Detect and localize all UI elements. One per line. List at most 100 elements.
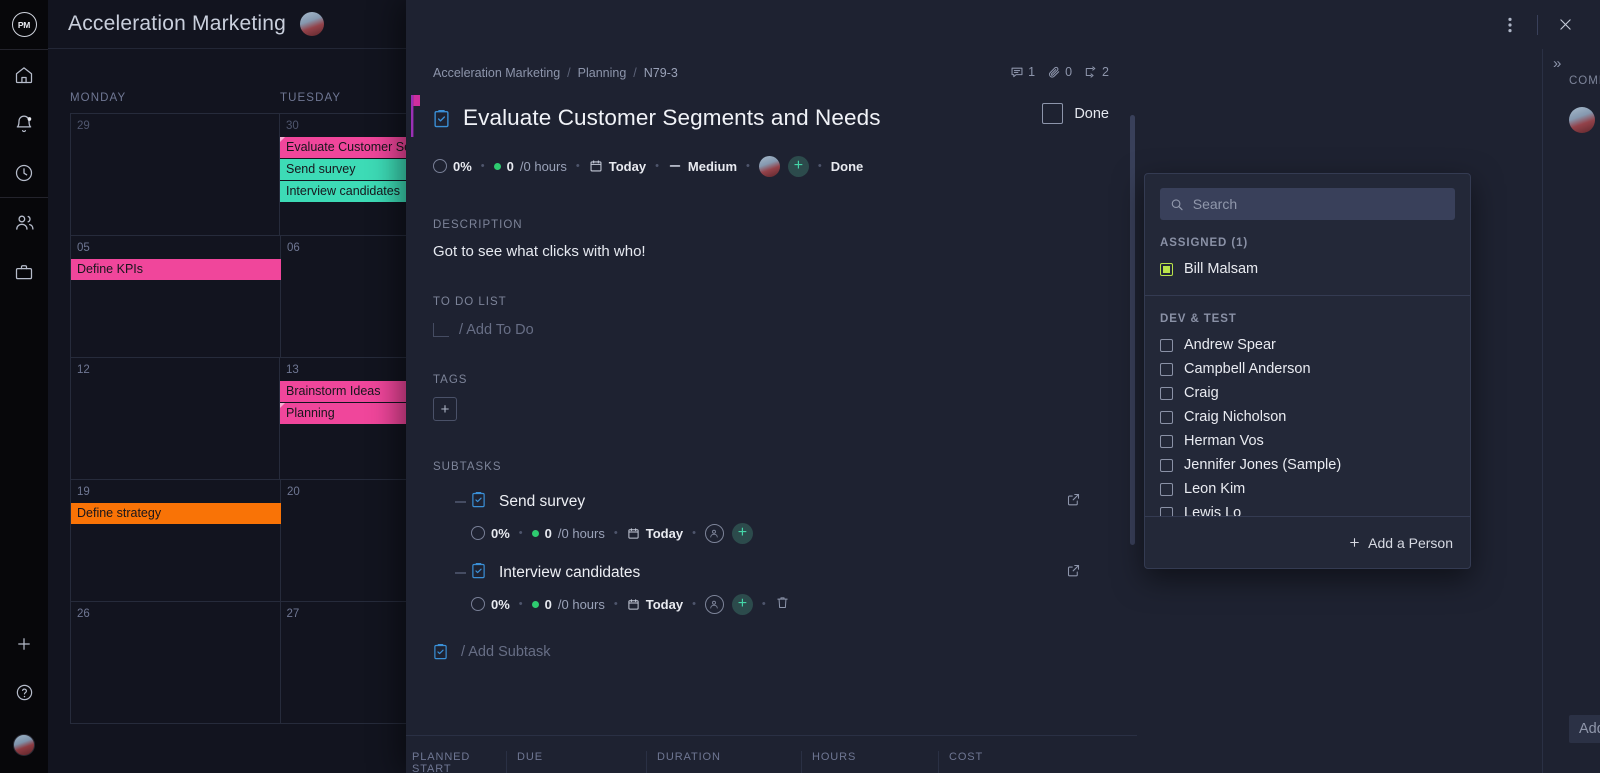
dependency-count[interactable]: 2 — [1084, 65, 1109, 79]
subtask-tree-tick — [455, 501, 466, 503]
subtask-type-icon — [471, 491, 486, 513]
status-meta[interactable]: Done — [831, 159, 864, 174]
subtask-hours[interactable]: 0/0 hours — [532, 597, 605, 612]
subtask-title[interactable]: Interview candidates — [499, 564, 640, 582]
date-value: Today — [609, 159, 646, 174]
assignee-row[interactable]: Leon Kim — [1145, 477, 1470, 501]
app-logo[interactable]: PM — [0, 0, 48, 49]
done-toggle[interactable]: Done — [1042, 103, 1109, 124]
subtask-date[interactable]: Today — [627, 526, 683, 541]
detail-scrollbar[interactable] — [1130, 115, 1135, 545]
assignee-row[interactable]: Bill Malsam — [1145, 257, 1470, 281]
add-comment-input[interactable] — [1579, 721, 1600, 737]
home-icon[interactable] — [0, 50, 48, 99]
footer-col-cost: COST — [938, 751, 1068, 773]
assignee-checkbox[interactable] — [1160, 483, 1173, 496]
calendar-day-number: 05 — [71, 242, 280, 254]
subtask-title[interactable]: Send survey — [499, 493, 585, 511]
assignee-checkbox[interactable] — [1160, 387, 1173, 400]
assignee-avatar[interactable] — [759, 156, 780, 177]
calendar-event[interactable]: Define KPIs — [71, 259, 281, 280]
breadcrumb-list[interactable]: Planning — [578, 66, 627, 80]
add-person-button[interactable]: Add a Person — [1348, 535, 1453, 551]
subtask-date-value: Today — [646, 597, 683, 612]
assignee-row[interactable]: Craig Nicholson — [1145, 405, 1470, 429]
assignee-row[interactable]: Andrew Spear — [1145, 333, 1470, 357]
subtask-assignee[interactable]: + — [705, 523, 753, 544]
assignee-checkbox[interactable] — [1160, 459, 1173, 472]
subtask-assignee[interactable]: + — [705, 594, 753, 615]
subtask-list: Send survey0%•0/0 hours•Today•+Interview… — [433, 491, 1109, 615]
help-icon[interactable] — [0, 668, 48, 717]
calendar-day-cell[interactable]: 05 Define KPIs — [71, 236, 281, 358]
add-comment-input-wrap[interactable] — [1569, 715, 1600, 743]
subtask-date[interactable]: Today — [627, 597, 683, 612]
delete-subtask-icon[interactable] — [775, 595, 790, 613]
avatar[interactable] — [0, 717, 48, 773]
breadcrumb-project[interactable]: Acceleration Marketing — [433, 66, 560, 80]
assignee-checkbox[interactable] — [1160, 507, 1173, 517]
assignee-row[interactable]: Craig — [1145, 381, 1470, 405]
add-subtask-row[interactable]: / Add Subtask — [433, 643, 1109, 660]
bell-icon[interactable] — [0, 99, 48, 148]
collapse-comments-icon[interactable]: » — [1553, 55, 1560, 72]
breadcrumb-task-id[interactable]: N79-3 — [644, 66, 678, 80]
assignee-name: Herman Vos — [1184, 433, 1264, 449]
assignee-name: Craig Nicholson — [1184, 409, 1286, 425]
calendar-day-number: 12 — [71, 364, 279, 376]
add-subtask-assignee-button[interactable]: + — [732, 523, 753, 544]
assignee-meta[interactable]: + — [759, 156, 809, 177]
subtask-item: Interview candidates0%•0/0 hours•Today•+… — [433, 562, 1109, 615]
todo-label: TO DO LIST — [433, 296, 1109, 308]
hours-meta[interactable]: 0 /0 hours — [494, 159, 567, 174]
add-tag-button[interactable]: + — [433, 397, 457, 421]
priority-meta[interactable]: Medium — [668, 159, 737, 174]
assignee-row[interactable]: Lewis Lo — [1145, 501, 1470, 516]
close-icon[interactable] — [1546, 6, 1584, 44]
calendar-day-cell[interactable]: 19Define strategy — [71, 480, 281, 602]
hours-status-dot-icon — [532, 530, 539, 537]
calendar-day-cell[interactable]: 29 — [71, 114, 280, 236]
assignee-row[interactable]: Herman Vos — [1145, 429, 1470, 453]
assignee-checkbox[interactable] — [1160, 263, 1173, 276]
progress-ring-icon — [471, 597, 485, 611]
calendar-day-cell[interactable]: 12 — [71, 358, 280, 480]
assignee-checkbox[interactable] — [1160, 411, 1173, 424]
briefcase-icon[interactable] — [0, 247, 48, 296]
calendar-day-cell[interactable]: 26 — [71, 602, 281, 724]
plus-icon[interactable] — [0, 619, 48, 668]
assignee-search-wrap[interactable] — [1160, 188, 1455, 220]
assignee-checkbox[interactable] — [1160, 339, 1173, 352]
hours-done: 0 — [507, 159, 514, 174]
assignee-row[interactable]: Jennifer Jones (Sample) — [1145, 453, 1470, 477]
comments-label: COMMENTS — [1543, 49, 1600, 87]
people-icon[interactable] — [0, 198, 48, 247]
assignee-row[interactable]: Campbell Anderson — [1145, 357, 1470, 381]
assignee-checkbox[interactable] — [1160, 363, 1173, 376]
subtask-progress[interactable]: 0% — [471, 526, 510, 541]
comment-item: Bill Malsam Please knock this out ASAP! … — [1543, 87, 1600, 149]
assignee-search-input[interactable] — [1193, 196, 1445, 212]
clock-icon[interactable] — [0, 148, 48, 197]
attachment-count[interactable]: 0 — [1047, 65, 1072, 79]
add-subtask-assignee-button[interactable]: + — [732, 594, 753, 615]
date-meta[interactable]: Today — [589, 159, 646, 174]
open-subtask-icon[interactable] — [1066, 563, 1081, 583]
assignee-checkbox[interactable] — [1160, 435, 1173, 448]
open-subtask-icon[interactable] — [1066, 492, 1081, 512]
add-assignee-button[interactable]: + — [788, 156, 809, 177]
comment-count[interactable]: 1 — [1010, 65, 1035, 79]
subtask-hours[interactable]: 0/0 hours — [532, 526, 605, 541]
priority-flag-icon — [411, 95, 420, 137]
project-owner-avatar[interactable] — [300, 12, 324, 36]
add-todo-row[interactable]: / Add To Do — [433, 322, 1109, 338]
progress-value: 0% — [453, 159, 472, 174]
people-group-label: DEV & TEST — [1145, 296, 1470, 333]
progress-meta[interactable]: 0% — [433, 159, 472, 174]
footer-col-hours: HOURS — [801, 751, 938, 773]
kebab-menu-icon[interactable] — [1491, 6, 1529, 44]
calendar-event[interactable]: Define strategy — [71, 503, 281, 524]
done-checkbox[interactable] — [1042, 103, 1063, 124]
subtask-progress[interactable]: 0% — [471, 597, 510, 612]
description-text[interactable]: Got to see what clicks with who! — [433, 243, 1109, 260]
